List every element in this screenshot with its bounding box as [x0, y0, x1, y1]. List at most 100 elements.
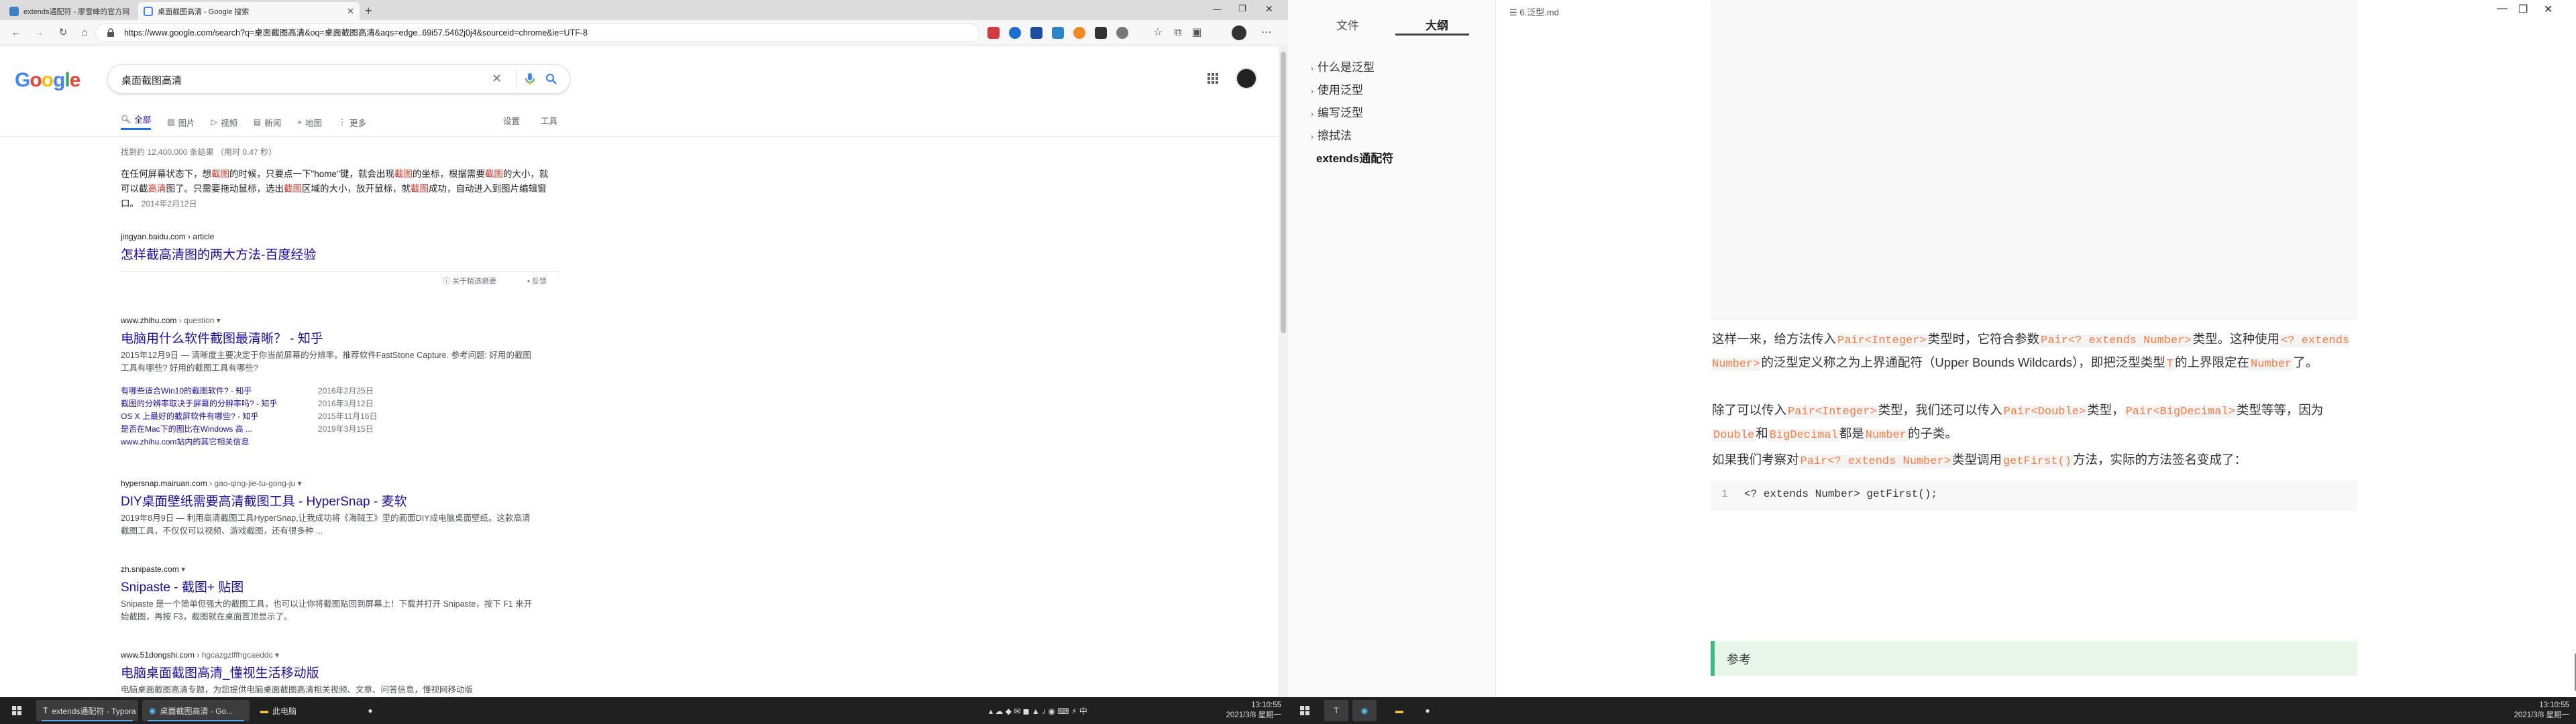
search-box[interactable]: 桌面截图高清 ✕ — [107, 64, 570, 94]
clock[interactable]: 13:10:55 2021/3/8 星期一 — [2502, 701, 2569, 721]
inline-code: Pair<Integer> — [1786, 406, 1878, 418]
outline-item[interactable]: › 什么是泛型 — [1311, 58, 1375, 74]
extension-icon[interactable] — [1052, 27, 1064, 39]
collections-icon[interactable]: ▣ — [1190, 26, 1203, 40]
search-icon: 🔍︎ — [121, 114, 131, 124]
scrollbar[interactable] — [1279, 46, 1288, 697]
start-icon[interactable] — [5, 700, 28, 721]
tab-videos[interactable]: ▷ 视频 — [211, 114, 237, 130]
windows-logo-icon — [1300, 706, 1309, 715]
address-bar[interactable]: https://www.google.com/search?q=桌面截图高清&o… — [95, 23, 979, 42]
microphone-icon[interactable] — [525, 72, 535, 86]
tools-link[interactable]: 工具 — [541, 114, 557, 127]
taskbar-item-github[interactable]: ● — [1415, 700, 1440, 721]
apps-grid-icon[interactable] — [1208, 73, 1218, 84]
scrollbar-thumb[interactable] — [1281, 52, 1286, 333]
minimize-icon[interactable]: — — [1213, 4, 1222, 14]
extension-icon[interactable] — [1030, 27, 1042, 39]
taskbar-item-typora[interactable]: Textends通配符 - Typora — [36, 700, 138, 721]
taskbar-item-edge[interactable]: ◉ — [1352, 700, 1377, 721]
extension-icon[interactable] — [1095, 27, 1107, 39]
outline-item-active[interactable]: extends通配符 — [1316, 149, 1393, 166]
maximize-icon[interactable]: ❐ — [1238, 3, 1246, 14]
outline-item[interactable]: › 编写泛型 — [1311, 103, 1363, 120]
sublink[interactable]: 是否在Mac下的图比在Windows 高 ... — [121, 423, 315, 434]
back-icon[interactable]: ← — [9, 26, 23, 40]
edge-icon: ◉ — [149, 706, 156, 715]
about-featured-link[interactable]: ⓘ 关于精选摘要 — [443, 276, 496, 286]
new-tab-icon[interactable]: + — [365, 4, 372, 18]
clear-icon[interactable]: ✕ — [492, 72, 502, 86]
close-icon[interactable]: ✕ — [129, 6, 136, 17]
tab-outline[interactable]: 大纲 — [1426, 16, 1448, 33]
more-menu-icon[interactable]: ⋯ — [1260, 26, 1273, 40]
tab-maps[interactable]: ⌖ 地图 — [297, 114, 322, 130]
more-icon: ⋮ — [338, 117, 346, 127]
clock[interactable]: 13:10:55 2021/3/8 星期一 — [1214, 701, 1281, 721]
taskbar-item-github[interactable]: ● — [358, 700, 382, 721]
sublink-date: 2016年3月12日 — [318, 399, 374, 408]
image-icon: ▨ — [167, 117, 175, 127]
extension-icon[interactable] — [987, 27, 1000, 39]
code-block[interactable]: 1 <? extends Number> getFirst(); — [1711, 480, 2357, 511]
outline-item[interactable]: › 使用泛型 — [1311, 80, 1363, 97]
taskbar-item-typora[interactable]: T — [1324, 700, 1348, 721]
outline-item[interactable]: › 擦拭法 — [1311, 126, 1352, 143]
divider — [516, 70, 517, 88]
tab-news[interactable]: ▤ 新闻 — [254, 114, 281, 130]
google-logo[interactable]: Google — [15, 69, 80, 92]
forward-icon[interactable]: → — [32, 26, 46, 40]
start-icon[interactable] — [1293, 700, 1316, 721]
extension-icon[interactable] — [1009, 27, 1021, 39]
sublink[interactable]: 有哪些适合Win10的截图软件? - 知乎 — [121, 385, 315, 396]
tab-extends-wildcard[interactable]: extends通配符 - 廖雪峰的官方网 ✕ — [4, 2, 136, 20]
result-title-link[interactable]: DIY桌面壁纸需要高清截图工具 - HyperSnap - 麦软 — [121, 491, 407, 509]
nav-bar: ← → ↻ ⌂ https://www.google.com/search?q=… — [0, 20, 1288, 46]
result-title-link[interactable]: 电脑桌面截图高清_懂视生活移动版 — [121, 663, 319, 681]
search-icon[interactable] — [545, 73, 557, 85]
tab-google-search[interactable]: 桌面截图高清 - Google 搜索 ✕ — [138, 2, 360, 20]
minimize-icon[interactable]: — — [2497, 3, 2508, 15]
extension-icon[interactable] — [1073, 27, 1085, 39]
typora-icon: T — [1334, 706, 1339, 715]
featured-title-link[interactable]: 怎样截高清图的两大方法-百度经验 — [121, 245, 316, 263]
maximize-icon[interactable]: ❐ — [2518, 3, 2528, 16]
favorites-star-icon[interactable]: ☆ — [1151, 26, 1165, 40]
tab-all[interactable]: 🔍︎ 全部 — [121, 114, 152, 130]
settings-link[interactable]: 设置 — [503, 114, 520, 127]
google-favicon-icon — [144, 6, 153, 16]
close-icon[interactable]: ✕ — [341, 6, 354, 17]
text: 这样一来，给方法传入 — [1712, 332, 1837, 346]
taskbar-item-edge[interactable]: ◉ 桌面截图高清 - Go... — [142, 700, 250, 721]
text: 的时候，只要点一下"home"键，就会出现 — [229, 169, 394, 179]
menu-icon[interactable]: ☰ — [1509, 7, 1519, 17]
taskbar-item-explorer[interactable]: ▬ 此电脑 — [254, 700, 334, 721]
result-title-link[interactable]: Snipaste - 截图+ 贴图 — [121, 577, 244, 595]
inline-code: Double — [1712, 429, 1756, 442]
window-close-icon[interactable]: ✕ — [2544, 3, 2553, 16]
taskbar-item-explorer[interactable]: ▬ — [1387, 700, 1411, 721]
account-avatar[interactable] — [1236, 68, 1257, 89]
sublink[interactable]: 截图的分辨率取决于屏幕的分辨率吗? - 知乎 — [121, 398, 315, 409]
more-results-link[interactable]: www.zhihu.com站内的其它相关信息 — [121, 436, 315, 447]
tab-more[interactable]: ⋮ 更多 — [338, 114, 366, 130]
collections-icon[interactable]: ⧉ — [1171, 26, 1185, 40]
sublink[interactable]: OS X 上最好的截屏软件有哪些? - 知乎 — [121, 410, 315, 422]
result-title-link[interactable]: 电脑用什么软件截图最清晰？ - 知乎 — [121, 328, 323, 347]
result-cite: zh.snipaste.com ▾ — [121, 564, 186, 574]
tab-images[interactable]: ▨ 图片 — [167, 114, 195, 130]
feedback-link[interactable]: ▪ 反馈 — [527, 276, 547, 286]
chevron-right-icon: › — [1311, 132, 1313, 141]
tab-files[interactable]: 文件 — [1336, 16, 1359, 33]
chevron-right-icon: › — [1311, 64, 1313, 73]
refresh-icon[interactable]: ↻ — [56, 26, 70, 40]
tray-icons[interactable]: ▴ ☁ ◆ ✉ ◼ ▲ ♪ ◉ ⌨ ⚡ 中 — [989, 705, 1087, 717]
profile-avatar[interactable] — [1232, 25, 1246, 40]
extension-icon[interactable] — [1116, 27, 1128, 39]
highlight: 截图 — [211, 169, 229, 179]
search-input[interactable]: 桌面截图高清 — [121, 73, 182, 87]
window-close-icon[interactable]: ✕ — [1265, 3, 1273, 15]
code-block[interactable] — [1711, 0, 2357, 320]
inline-code: Number — [2249, 358, 2294, 371]
home-icon[interactable]: ⌂ — [78, 26, 91, 40]
